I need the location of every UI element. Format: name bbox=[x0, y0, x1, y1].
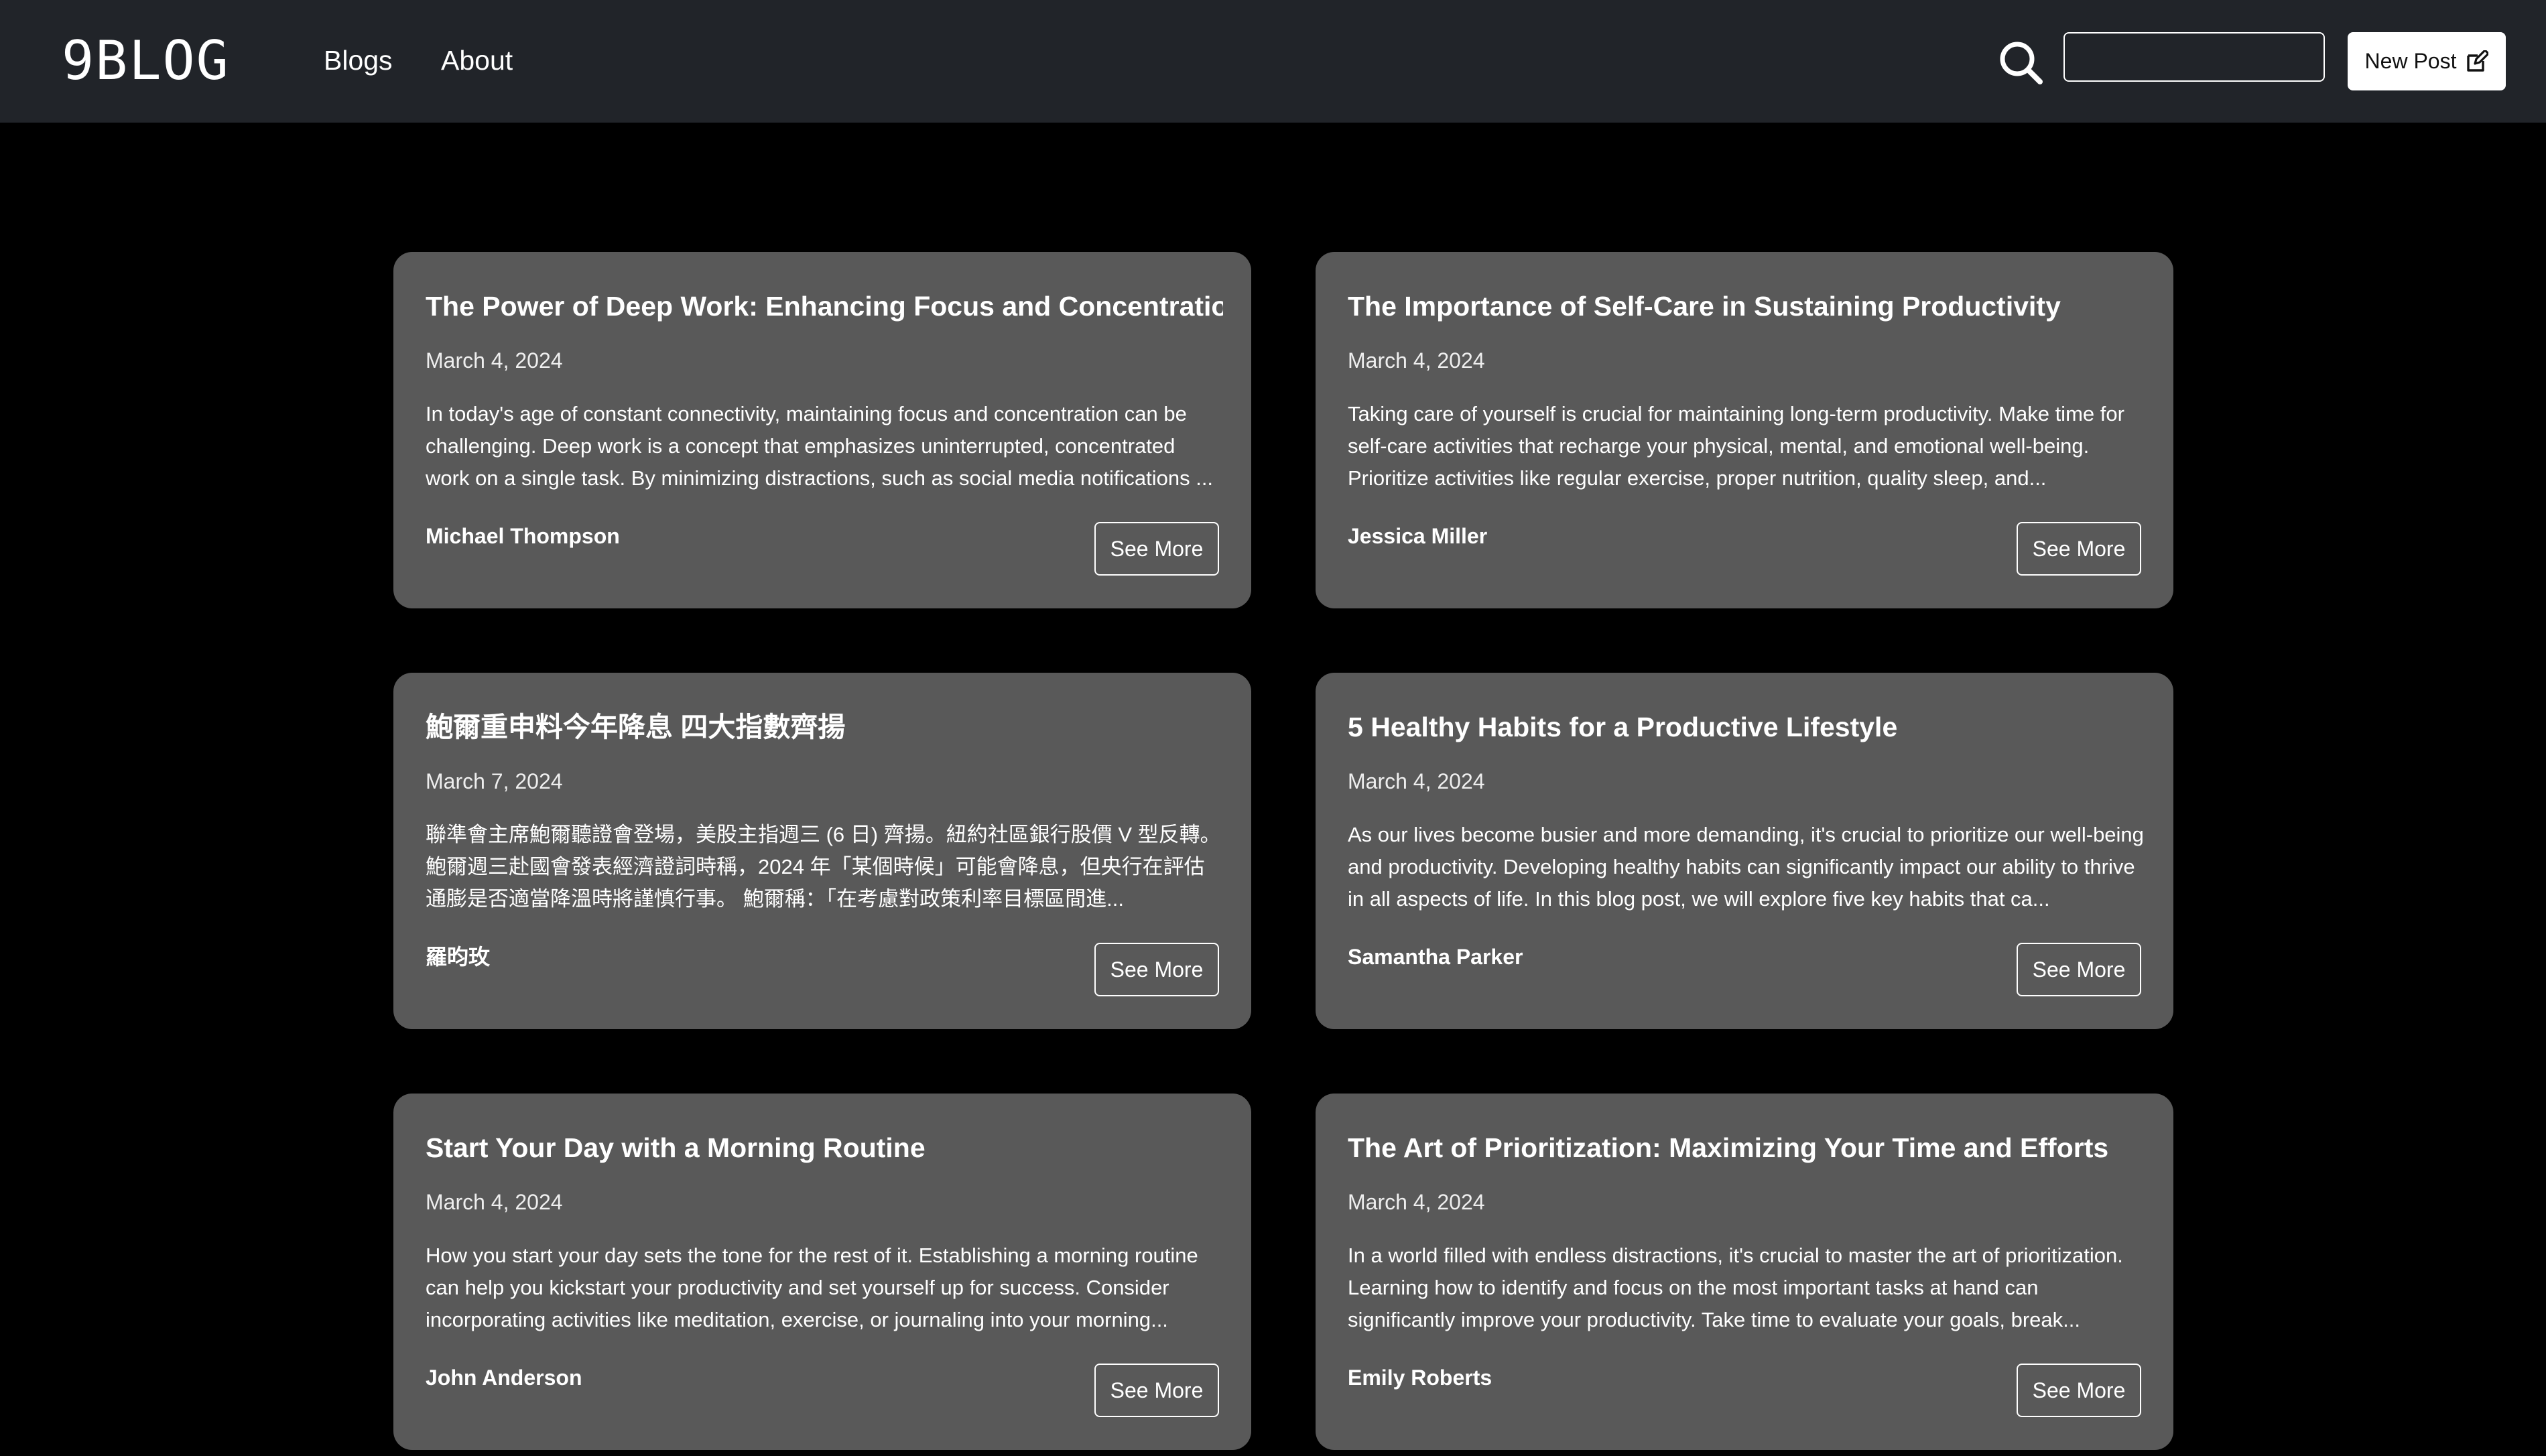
post-excerpt: As our lives become busier and more dema… bbox=[1348, 823, 2144, 911]
post-date: March 4, 2024 bbox=[1348, 348, 1485, 373]
post-date: March 4, 2024 bbox=[426, 1190, 563, 1214]
post-title[interactable]: The Importance of Self-Care in Sustainin… bbox=[1348, 288, 2145, 324]
nav-link-about[interactable]: About bbox=[441, 43, 513, 78]
post-date: March 7, 2024 bbox=[426, 769, 563, 793]
post-title[interactable]: Start Your Day with a Morning Routine bbox=[426, 1130, 1223, 1166]
edit-icon bbox=[2467, 50, 2489, 72]
post-author: 羅昀玫 bbox=[426, 945, 491, 969]
post-author: Jessica Miller bbox=[1348, 524, 1488, 548]
blog-card: 5 Healthy Habits for a Productive Lifest… bbox=[1316, 673, 2173, 1029]
post-author: Michael Thompson bbox=[426, 524, 620, 548]
post-date: March 4, 2024 bbox=[426, 348, 563, 373]
post-date: March 4, 2024 bbox=[1348, 769, 1485, 793]
post-title[interactable]: 鮑爾重申料今年降息 四大指數齊揚 bbox=[426, 709, 1223, 745]
post-title[interactable]: 5 Healthy Habits for a Productive Lifest… bbox=[1348, 709, 2145, 745]
post-author: John Anderson bbox=[426, 1366, 582, 1390]
blog-card: The Importance of Self-Care in Sustainin… bbox=[1316, 252, 2173, 608]
blog-card: The Power of Deep Work: Enhancing Focus … bbox=[393, 252, 1251, 608]
see-more-button[interactable]: See More bbox=[1094, 943, 1219, 996]
post-excerpt: In a world filled with endless distracti… bbox=[1348, 1244, 2123, 1331]
post-title[interactable]: The Art of Prioritization: Maximizing Yo… bbox=[1348, 1130, 2145, 1166]
see-more-button[interactable]: See More bbox=[2017, 522, 2141, 576]
nav-link-blogs[interactable]: Blogs bbox=[324, 43, 393, 78]
see-more-button[interactable]: See More bbox=[1094, 522, 1219, 576]
search-input[interactable] bbox=[2063, 32, 2325, 82]
see-more-button[interactable]: See More bbox=[2017, 1364, 2141, 1417]
navbar: 9BLOG Blogs About New Post bbox=[0, 0, 2546, 123]
brand-logo[interactable]: 9BLOG bbox=[62, 31, 230, 91]
blog-card: 鮑爾重申料今年降息 四大指數齊揚 March 7, 2024 聯準會主席鮑爾聽證… bbox=[393, 673, 1251, 1029]
search-icon[interactable] bbox=[1997, 39, 2044, 86]
post-author: Samantha Parker bbox=[1348, 945, 1523, 969]
post-excerpt: In today's age of constant connectivity,… bbox=[426, 402, 1214, 490]
see-more-button[interactable]: See More bbox=[2017, 943, 2141, 996]
blog-card: Start Your Day with a Morning Routine Ma… bbox=[393, 1094, 1251, 1450]
new-post-label: New Post bbox=[2364, 49, 2457, 73]
post-date: March 4, 2024 bbox=[1348, 1190, 1485, 1214]
post-excerpt: How you start your day sets the tone for… bbox=[426, 1244, 1198, 1331]
new-post-button[interactable]: New Post bbox=[2348, 32, 2506, 90]
post-author: Emily Roberts bbox=[1348, 1366, 1492, 1390]
see-more-button[interactable]: See More bbox=[1094, 1364, 1219, 1417]
post-excerpt: Taking care of yourself is crucial for m… bbox=[1348, 402, 2124, 490]
post-title[interactable]: The Power of Deep Work: Enhancing Focus … bbox=[426, 288, 1223, 324]
post-excerpt: 聯準會主席鮑爾聽證會登場，美股主指週三 (6 日) 齊揚。紐約社區銀行股價 V … bbox=[426, 823, 1221, 911]
blog-card: The Art of Prioritization: Maximizing Yo… bbox=[1316, 1094, 2173, 1450]
